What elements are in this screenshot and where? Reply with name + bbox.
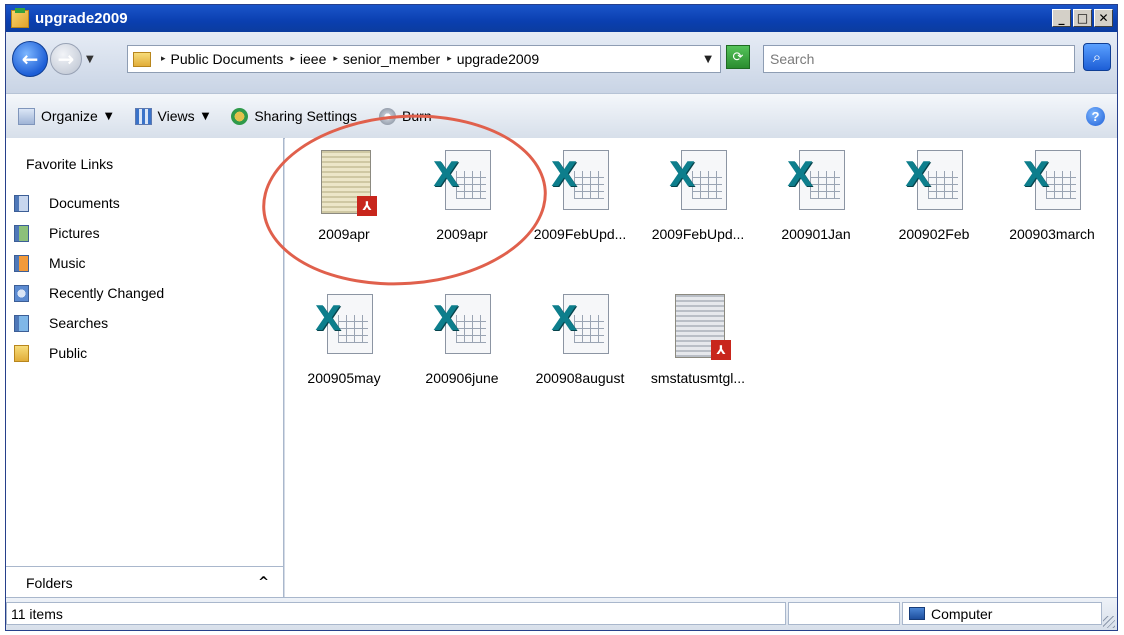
file-item[interactable]: X 200908august: [521, 290, 639, 400]
organize-icon: [18, 107, 35, 125]
favorite-link-searches[interactable]: Searches: [14, 308, 164, 338]
sharing-icon: [231, 107, 249, 125]
breadcrumb-item[interactable]: ▸ senior_member: [333, 51, 440, 67]
excel-file-icon: X: [551, 150, 611, 218]
address-dropdown-icon[interactable]: ▼: [704, 54, 712, 65]
search-input[interactable]: Search: [763, 45, 1075, 73]
help-icon[interactable]: ?: [1086, 106, 1105, 126]
file-item[interactable]: X 200902Feb: [875, 146, 993, 256]
file-name: smstatusmtgl...: [650, 370, 746, 386]
public-folder-icon: [14, 344, 29, 362]
chevron-up-icon: ^: [258, 575, 269, 590]
excel-file-icon: X: [669, 150, 729, 218]
pdf-file-icon: ⅄: [669, 294, 731, 362]
organize-button[interactable]: Organize ▼: [18, 107, 113, 125]
minimize-button[interactable]: _: [1052, 9, 1071, 27]
pictures-icon: [14, 224, 29, 242]
folder-icon: [133, 51, 151, 67]
navigation-pane: Favorite Links Documents Pictures Music …: [6, 138, 284, 598]
folders-toggle[interactable]: Folders ^: [6, 566, 283, 598]
favorite-link-recently-changed[interactable]: Recently Changed: [14, 278, 164, 308]
search-button[interactable]: ⌕: [1083, 43, 1111, 71]
favorite-link-documents[interactable]: Documents: [14, 188, 164, 218]
file-name: 2009FebUpd...: [651, 226, 745, 242]
excel-file-icon: X: [551, 294, 611, 362]
file-name: 200902Feb: [898, 226, 970, 242]
favorite-link-pictures[interactable]: Pictures: [14, 218, 164, 248]
favorite-links-heading: Favorite Links: [26, 156, 114, 172]
searches-icon: [14, 314, 29, 332]
maximize-button[interactable]: □: [1073, 9, 1092, 27]
status-location: Computer: [902, 602, 1102, 625]
recent-pages-dropdown-icon[interactable]: ▼: [86, 54, 94, 65]
file-name: 2009FebUpd...: [533, 226, 627, 242]
excel-file-icon: X: [787, 150, 847, 218]
file-item[interactable]: X 2009FebUpd...: [639, 146, 757, 256]
recently-changed-icon: [14, 284, 29, 302]
refresh-button[interactable]: ⟳: [726, 45, 750, 69]
file-name: 200901Jan: [781, 226, 851, 242]
command-bar: Organize ▼ Views ▼ Sharing Settings Burn…: [6, 93, 1117, 139]
file-item[interactable]: X 200903march: [993, 146, 1111, 256]
breadcrumb[interactable]: ▸ Public Documents ▸ ieee ▸ senior_member ▸…: [127, 45, 721, 73]
folder-icon: [11, 7, 29, 28]
favorite-links-list: Documents Pictures Music Recently Change…: [14, 188, 164, 368]
views-button[interactable]: Views ▼: [134, 107, 210, 125]
breadcrumb-item[interactable]: ▸ Public Documents: [161, 51, 283, 67]
file-name: 200903march: [1009, 226, 1095, 242]
window-title: upgrade2009: [35, 10, 128, 27]
music-icon: [14, 254, 29, 272]
chevron-right-icon[interactable]: ▸: [447, 54, 452, 64]
close-button[interactable]: ✕: [1094, 9, 1113, 27]
excel-file-icon: X: [315, 294, 375, 362]
file-item[interactable]: X 200905may: [285, 290, 403, 400]
file-name: 200905may: [307, 370, 381, 386]
file-item[interactable]: X 200906june: [403, 290, 521, 400]
excel-file-icon: X: [433, 294, 493, 362]
file-name: 200908august: [535, 370, 625, 386]
explorer-window: upgrade2009 _ □ ✕ ← → ▼ ▸ Public Document…: [5, 4, 1118, 631]
file-item[interactable]: ⅄ smstatusmtgl...: [639, 290, 757, 400]
chevron-right-icon[interactable]: ▸: [333, 54, 338, 64]
documents-icon: [14, 194, 29, 212]
views-icon: [134, 107, 152, 125]
title-bar[interactable]: upgrade2009 _ □ ✕: [6, 5, 1117, 32]
status-bar: 11 items Computer: [6, 597, 1117, 630]
sharing-settings-button[interactable]: Sharing Settings: [231, 107, 357, 125]
status-panel: [788, 602, 900, 625]
address-bar: ← → ▼ ▸ Public Documents ▸ ieee ▸ senior_me…: [6, 32, 1117, 93]
chevron-right-icon[interactable]: ▸: [290, 54, 295, 64]
breadcrumb-item[interactable]: ▸ upgrade2009: [447, 51, 539, 67]
file-item[interactable]: X 200901Jan: [757, 146, 875, 256]
favorite-link-public[interactable]: Public: [14, 338, 164, 368]
computer-icon: [909, 607, 925, 620]
file-name: 200906june: [425, 370, 499, 386]
forward-button[interactable]: →: [50, 43, 82, 75]
resize-grip[interactable]: [1103, 616, 1115, 628]
chevron-down-icon: ▼: [201, 110, 210, 122]
back-button[interactable]: ←: [12, 41, 48, 77]
item-count: 11 items: [6, 602, 786, 625]
favorite-link-music[interactable]: Music: [14, 248, 164, 278]
window-controls: _ □ ✕: [1052, 9, 1113, 27]
chevron-right-icon[interactable]: ▸: [161, 54, 166, 64]
excel-file-icon: X: [905, 150, 965, 218]
breadcrumb-item[interactable]: ▸ ieee: [290, 51, 326, 67]
chevron-down-icon: ▼: [104, 110, 113, 122]
excel-file-icon: X: [1023, 150, 1083, 218]
